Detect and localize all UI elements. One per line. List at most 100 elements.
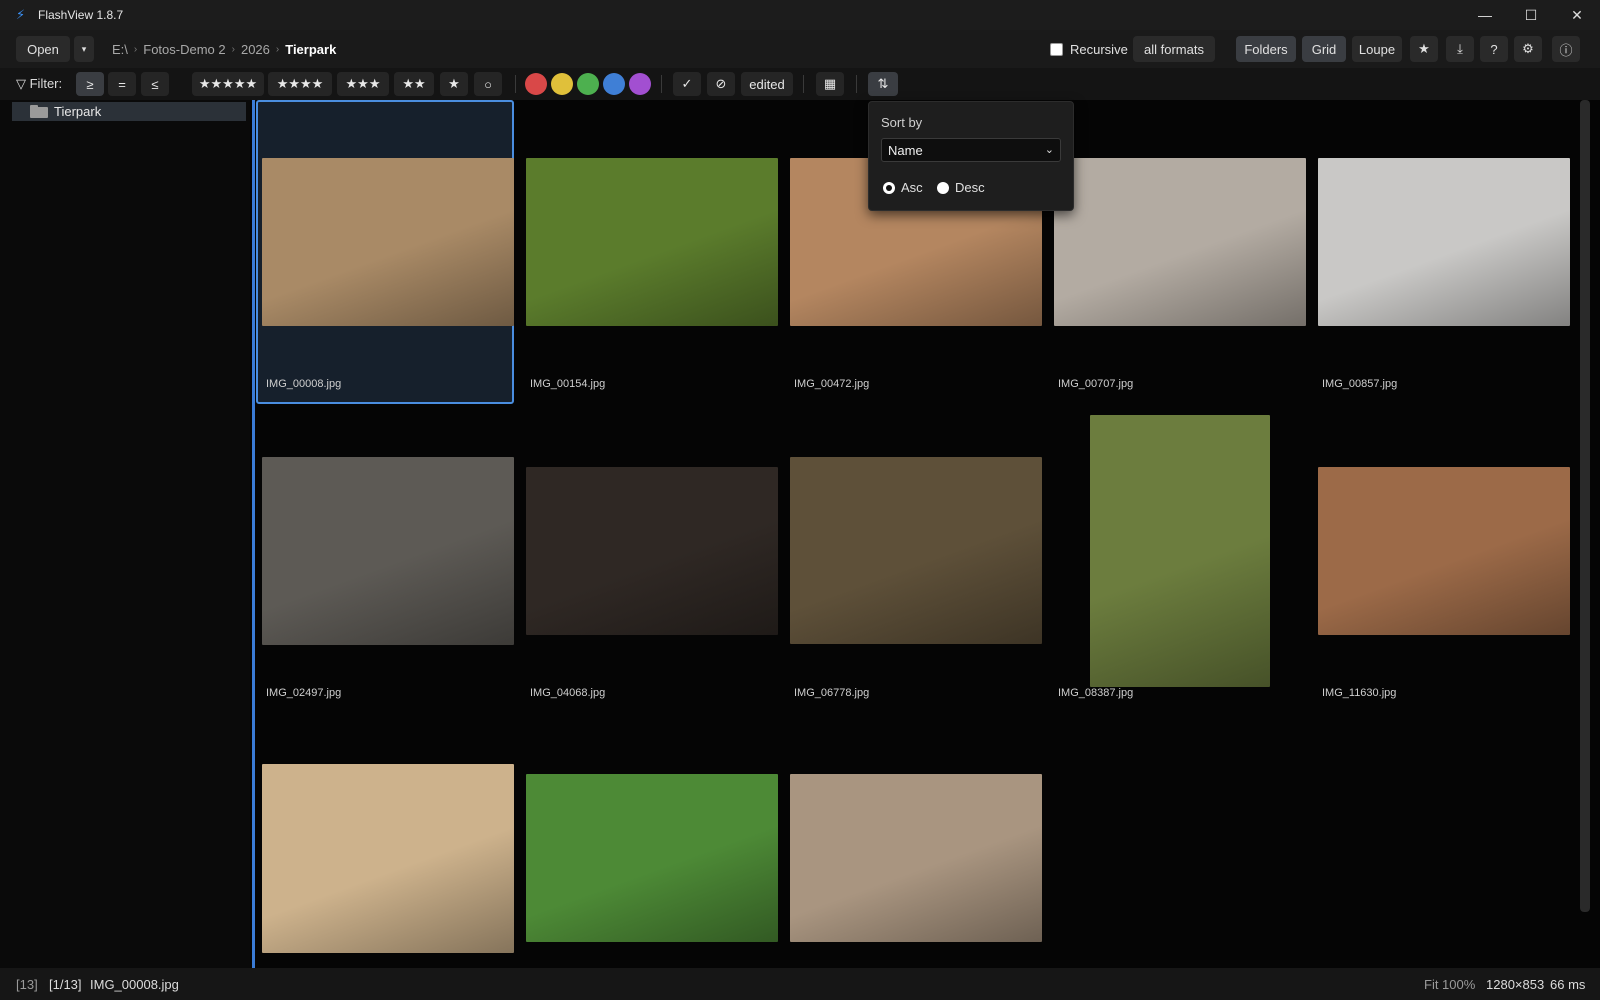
- breadcrumb-item-current[interactable]: Tierpark: [285, 42, 336, 57]
- filter-4-stars-button[interactable]: ★★★★: [268, 72, 332, 96]
- thumbnail-filename: IMG_00707.jpg: [1058, 378, 1134, 390]
- thumbnail-cell[interactable]: IMG_00008.jpg: [256, 100, 514, 404]
- picked-filter-button[interactable]: ✓: [673, 72, 701, 96]
- star-icon[interactable]: ★: [1410, 36, 1438, 62]
- thumbnail-filename: IMG_06778.jpg: [794, 687, 870, 699]
- chevron-down-icon: ⌄: [1044, 144, 1054, 156]
- recursive-checkbox[interactable]: [1050, 42, 1063, 56]
- filter-5-stars-button[interactable]: ★★★★★: [192, 72, 264, 96]
- help-icon[interactable]: ?: [1480, 36, 1508, 62]
- thumbnail-image[interactable]: [262, 158, 514, 326]
- toolbar: Open ▾ E:\ › Fotos-Demo 2 › 2026 › Tierp…: [0, 30, 1600, 68]
- gear-icon[interactable]: ⚙: [1514, 36, 1542, 62]
- window-controls: — ☐ ✕: [1462, 0, 1600, 30]
- sidebar-splitter[interactable]: [252, 100, 255, 968]
- status-position: [1/13]: [49, 976, 82, 992]
- filter-unrated-button[interactable]: ○: [474, 72, 502, 96]
- sort-popup: Sort by Name ⌄ Asc Desc: [868, 101, 1074, 211]
- folder-tree: Tierpark: [0, 100, 250, 968]
- calendar-icon[interactable]: ▦: [816, 72, 844, 96]
- breadcrumb-item-year[interactable]: 2026: [241, 42, 270, 57]
- thumbnail-cell[interactable]: IMG_02497.jpg: [256, 407, 514, 711]
- filter-lte-button[interactable]: ≤: [141, 72, 169, 96]
- color-label-yellow[interactable]: [551, 73, 573, 95]
- thumbnail-image[interactable]: [262, 764, 514, 953]
- thumbnail-cell[interactable]: IMG_00707.jpg: [1048, 100, 1306, 404]
- recursive-label: Recursive: [1070, 41, 1128, 57]
- grid-scrollbar[interactable]: [1580, 100, 1590, 912]
- thumbnail-cell[interactable]: IMG_00154.jpg: [520, 100, 778, 404]
- maximize-button[interactable]: ☐: [1508, 0, 1554, 30]
- folder-icon: [30, 105, 48, 118]
- thumbnail-image[interactable]: [262, 457, 514, 645]
- sort-desc-option[interactable]: Desc: [937, 180, 985, 195]
- thumbnail-image[interactable]: [1090, 415, 1270, 687]
- grid-view-button[interactable]: Grid: [1302, 36, 1346, 62]
- thumbnail-filename: IMG_00472.jpg: [794, 378, 870, 390]
- minimize-button[interactable]: —: [1462, 0, 1508, 30]
- thumbnail-cell[interactable]: IMG_11630.jpg: [1312, 407, 1570, 711]
- status-load-time: 66 ms: [1550, 976, 1586, 992]
- filter-label: ▽ Filter:: [16, 76, 63, 91]
- sort-icon[interactable]: ⇅: [868, 72, 898, 96]
- thumbnail-image[interactable]: [526, 774, 778, 942]
- info-panel-icon[interactable]: ⓘ: [1552, 36, 1580, 62]
- window-title: FlashView 1.8.7: [38, 8, 124, 22]
- thumbnail-cell[interactable]: [256, 714, 514, 968]
- thumbnail-image[interactable]: [526, 467, 778, 635]
- filter-divider: [856, 75, 857, 93]
- thumbnail-image[interactable]: [526, 158, 778, 326]
- sort-asc-label: Asc: [901, 180, 923, 195]
- thumbnail-image[interactable]: [790, 774, 1042, 942]
- filter-2-stars-button[interactable]: ★★: [394, 72, 434, 96]
- color-label-blue[interactable]: [603, 73, 625, 95]
- folders-view-button[interactable]: Folders: [1236, 36, 1296, 62]
- sort-field-select[interactable]: Name ⌄: [881, 138, 1061, 162]
- filter-divider: [661, 75, 662, 93]
- sort-popup-title: Sort by: [881, 115, 923, 130]
- download-icon[interactable]: ⤓: [1446, 36, 1474, 62]
- sort-asc-radio[interactable]: [883, 181, 895, 194]
- thumbnail-filename: IMG_08387.jpg: [1058, 687, 1134, 699]
- thumbnail-image[interactable]: [1318, 467, 1570, 635]
- thumbnail-cell[interactable]: IMG_04068.jpg: [520, 407, 778, 711]
- filter-1-star-button[interactable]: ★: [440, 72, 468, 96]
- thumbnail-image[interactable]: [790, 457, 1042, 644]
- sort-asc-option[interactable]: Asc: [883, 180, 923, 195]
- breadcrumb-item-fotos-demo[interactable]: Fotos-Demo 2: [143, 42, 225, 57]
- color-label-red[interactable]: [525, 73, 547, 95]
- filter-3-stars-button[interactable]: ★★★: [337, 72, 389, 96]
- breadcrumb: E:\ › Fotos-Demo 2 › 2026 › Tierpark: [112, 36, 336, 62]
- breadcrumb-item-drive[interactable]: E:\: [112, 42, 128, 57]
- filter-bar: ▽ Filter: ≥ = ≤ ★★★★★ ★★★★ ★★★ ★★ ★ ○ ✓ …: [0, 68, 1600, 100]
- thumbnail-image[interactable]: [1054, 158, 1306, 326]
- thumbnail-cell[interactable]: [784, 714, 1042, 968]
- rejected-filter-button[interactable]: ⊘: [707, 72, 735, 96]
- color-label-purple[interactable]: [629, 73, 651, 95]
- filter-gte-button[interactable]: ≥: [76, 72, 104, 96]
- loupe-view-button[interactable]: Loupe: [1352, 36, 1402, 62]
- recursive-toggle[interactable]: Recursive: [1050, 36, 1128, 62]
- thumbnail-filename: IMG_02497.jpg: [266, 687, 342, 699]
- sort-field-value: Name: [888, 142, 923, 158]
- sort-desc-radio[interactable]: [937, 181, 949, 194]
- open-dropdown-button[interactable]: ▾: [74, 36, 94, 62]
- folder-tree-item[interactable]: Tierpark: [12, 102, 246, 121]
- thumbnail-cell[interactable]: IMG_08387.jpg: [1048, 407, 1306, 711]
- edited-filter-button[interactable]: edited: [741, 72, 793, 96]
- lightning-icon: ⚡: [16, 7, 26, 22]
- folder-tree-label: Tierpark: [54, 104, 102, 119]
- open-button[interactable]: Open: [16, 36, 70, 62]
- thumbnail-image[interactable]: [1318, 158, 1570, 326]
- thumbnail-cell[interactable]: IMG_00857.jpg: [1312, 100, 1570, 404]
- thumbnail-cell[interactable]: [520, 714, 778, 968]
- close-button[interactable]: ✕: [1554, 0, 1600, 30]
- filter-eq-button[interactable]: =: [108, 72, 136, 96]
- thumbnail-filename: IMG_00154.jpg: [530, 378, 606, 390]
- formats-button[interactable]: all formats: [1133, 36, 1215, 62]
- thumbnail-filename: IMG_00857.jpg: [1322, 378, 1398, 390]
- thumbnail-filename: IMG_04068.jpg: [530, 687, 606, 699]
- status-bar: [13] [1/13] IMG_00008.jpg Fit 100% 1280×…: [0, 968, 1600, 1000]
- thumbnail-cell[interactable]: IMG_06778.jpg: [784, 407, 1042, 711]
- color-label-green[interactable]: [577, 73, 599, 95]
